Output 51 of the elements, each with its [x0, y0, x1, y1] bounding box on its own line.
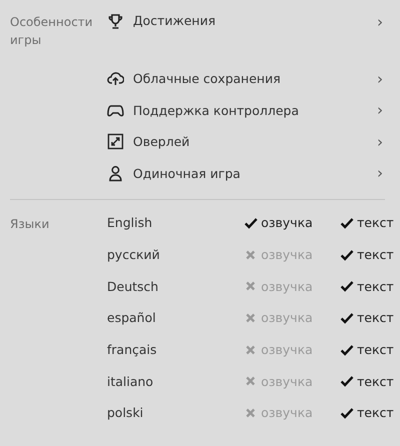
cloud-upload-icon	[107, 70, 124, 88]
feature-link[interactable]: Поддержка контроллера	[133, 102, 377, 118]
section-label: Особенности игры	[10, 14, 90, 49]
check-icon	[340, 312, 354, 324]
check-icon	[244, 216, 258, 229]
language-name: italiano	[107, 374, 154, 389]
chevron-icon[interactable]: ›	[377, 70, 383, 88]
cross-icon	[244, 248, 258, 261]
cross-icon	[244, 406, 258, 419]
cross-icon	[244, 280, 258, 292]
chevron-icon[interactable]: ›	[377, 101, 383, 120]
availability-label: текст	[340, 247, 394, 262]
person-icon	[107, 164, 124, 182]
availability-label: озвучка	[244, 342, 313, 358]
availability-label: озвучка	[244, 247, 313, 262]
availability-label: текст	[340, 405, 394, 420]
cross-icon	[244, 375, 258, 388]
feature-link[interactable]: Облачные сохранения	[133, 71, 377, 86]
check-icon	[340, 216, 354, 229]
availability-label: текст	[340, 342, 394, 358]
language-name: русский	[107, 247, 161, 262]
language-name: español	[107, 310, 157, 326]
check-icon	[340, 248, 354, 261]
availability-label: текст	[340, 215, 394, 230]
cross-icon	[244, 344, 258, 356]
language-name: English	[107, 215, 154, 230]
availability-label: текст	[340, 310, 394, 326]
language-name: Deutsch	[107, 278, 160, 294]
availability-label: озвучка	[244, 374, 313, 389]
language-name: français	[107, 342, 158, 358]
check-icon	[340, 280, 354, 292]
feature-link[interactable]: Оверлей	[133, 134, 377, 150]
chevron-icon[interactable]: ›	[377, 132, 383, 151]
language-name: polski	[107, 405, 144, 420]
check-icon	[340, 375, 354, 388]
availability-label: озвучка	[244, 310, 313, 326]
availability-label: озвучка	[244, 215, 313, 230]
cross-icon	[244, 312, 258, 324]
feature-link[interactable]: Одиночная игра	[133, 166, 377, 181]
chevron-icon[interactable]: ›	[377, 13, 383, 31]
check-icon	[340, 344, 354, 356]
expand-icon	[107, 133, 124, 150]
availability-label: текст	[340, 278, 394, 294]
availability-label: текст	[340, 374, 394, 389]
availability-label: озвучка	[244, 405, 313, 420]
trophy-icon	[107, 13, 124, 30]
availability-label: озвучка	[244, 278, 313, 294]
chevron-icon[interactable]: ›	[377, 164, 383, 182]
section-label: Языки	[10, 216, 50, 233]
check-icon	[340, 406, 354, 419]
feature-link[interactable]: Достижения	[133, 13, 377, 28]
